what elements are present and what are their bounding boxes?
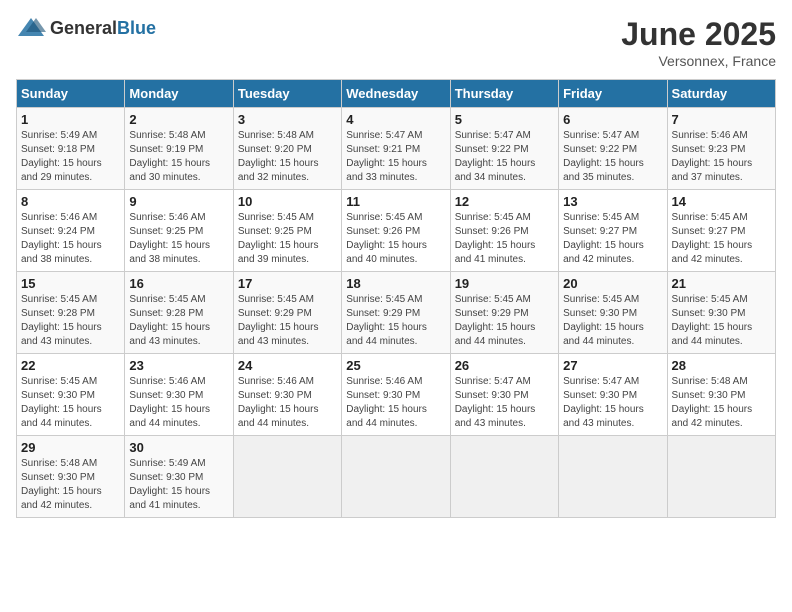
calendar-day-11: 11Sunrise: 5:45 AMSunset: 9:26 PMDayligh… (342, 190, 450, 272)
empty-cell (559, 436, 667, 518)
calendar-day-14: 14Sunrise: 5:45 AMSunset: 9:27 PMDayligh… (667, 190, 775, 272)
empty-cell (342, 436, 450, 518)
calendar-day-3: 3Sunrise: 5:48 AMSunset: 9:20 PMDaylight… (233, 108, 341, 190)
weekday-header-thursday: Thursday (450, 80, 558, 108)
calendar-day-30: 30Sunrise: 5:49 AMSunset: 9:30 PMDayligh… (125, 436, 233, 518)
calendar-day-2: 2Sunrise: 5:48 AMSunset: 9:19 PMDaylight… (125, 108, 233, 190)
calendar-day-20: 20Sunrise: 5:45 AMSunset: 9:30 PMDayligh… (559, 272, 667, 354)
calendar-day-28: 28Sunrise: 5:48 AMSunset: 9:30 PMDayligh… (667, 354, 775, 436)
weekday-header-saturday: Saturday (667, 80, 775, 108)
calendar-day-23: 23Sunrise: 5:46 AMSunset: 9:30 PMDayligh… (125, 354, 233, 436)
weekday-header-friday: Friday (559, 80, 667, 108)
logo-icon (16, 16, 46, 40)
calendar-day-17: 17Sunrise: 5:45 AMSunset: 9:29 PMDayligh… (233, 272, 341, 354)
calendar-day-24: 24Sunrise: 5:46 AMSunset: 9:30 PMDayligh… (233, 354, 341, 436)
calendar-day-18: 18Sunrise: 5:45 AMSunset: 9:29 PMDayligh… (342, 272, 450, 354)
logo: GeneralBlue (16, 16, 156, 40)
calendar-day-7: 7Sunrise: 5:46 AMSunset: 9:23 PMDaylight… (667, 108, 775, 190)
calendar-day-26: 26Sunrise: 5:47 AMSunset: 9:30 PMDayligh… (450, 354, 558, 436)
empty-cell (667, 436, 775, 518)
calendar-day-15: 15Sunrise: 5:45 AMSunset: 9:28 PMDayligh… (17, 272, 125, 354)
calendar-day-1: 1Sunrise: 5:49 AMSunset: 9:18 PMDaylight… (17, 108, 125, 190)
calendar-day-19: 19Sunrise: 5:45 AMSunset: 9:29 PMDayligh… (450, 272, 558, 354)
header: GeneralBlue June 2025 Versonnex, France (16, 16, 776, 69)
calendar-day-29: 29Sunrise: 5:48 AMSunset: 9:30 PMDayligh… (17, 436, 125, 518)
calendar-day-25: 25Sunrise: 5:46 AMSunset: 9:30 PMDayligh… (342, 354, 450, 436)
logo-blue: Blue (117, 18, 156, 38)
calendar-day-4: 4Sunrise: 5:47 AMSunset: 9:21 PMDaylight… (342, 108, 450, 190)
calendar-day-5: 5Sunrise: 5:47 AMSunset: 9:22 PMDaylight… (450, 108, 558, 190)
calendar-day-27: 27Sunrise: 5:47 AMSunset: 9:30 PMDayligh… (559, 354, 667, 436)
calendar-day-22: 22Sunrise: 5:45 AMSunset: 9:30 PMDayligh… (17, 354, 125, 436)
logo-general: General (50, 18, 117, 38)
weekday-header-wednesday: Wednesday (342, 80, 450, 108)
empty-cell (450, 436, 558, 518)
calendar-day-6: 6Sunrise: 5:47 AMSunset: 9:22 PMDaylight… (559, 108, 667, 190)
calendar-day-16: 16Sunrise: 5:45 AMSunset: 9:28 PMDayligh… (125, 272, 233, 354)
weekday-header-sunday: Sunday (17, 80, 125, 108)
weekday-header-monday: Monday (125, 80, 233, 108)
calendar-day-13: 13Sunrise: 5:45 AMSunset: 9:27 PMDayligh… (559, 190, 667, 272)
calendar-day-9: 9Sunrise: 5:46 AMSunset: 9:25 PMDaylight… (125, 190, 233, 272)
month-title: June 2025 (621, 16, 776, 53)
calendar-day-21: 21Sunrise: 5:45 AMSunset: 9:30 PMDayligh… (667, 272, 775, 354)
calendar-day-10: 10Sunrise: 5:45 AMSunset: 9:25 PMDayligh… (233, 190, 341, 272)
title-area: June 2025 Versonnex, France (621, 16, 776, 69)
empty-cell (233, 436, 341, 518)
weekday-header-tuesday: Tuesday (233, 80, 341, 108)
calendar-day-12: 12Sunrise: 5:45 AMSunset: 9:26 PMDayligh… (450, 190, 558, 272)
location: Versonnex, France (621, 53, 776, 69)
calendar-table: SundayMondayTuesdayWednesdayThursdayFrid… (16, 79, 776, 518)
calendar-day-8: 8Sunrise: 5:46 AMSunset: 9:24 PMDaylight… (17, 190, 125, 272)
